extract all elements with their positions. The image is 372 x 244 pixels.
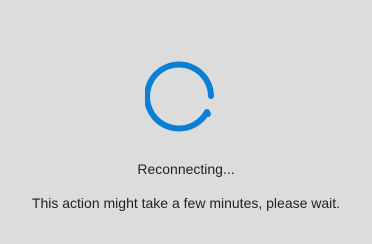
spinner-arc: [145, 61, 214, 132]
reconnecting-dialog: Reconnecting... This action might take a…: [0, 0, 372, 244]
spinner-dot: [205, 111, 211, 117]
status-text: Reconnecting...: [137, 161, 235, 177]
loading-spinner-icon: [145, 61, 214, 132]
wait-message: This action might take a few minutes, pl…: [31, 195, 341, 211]
